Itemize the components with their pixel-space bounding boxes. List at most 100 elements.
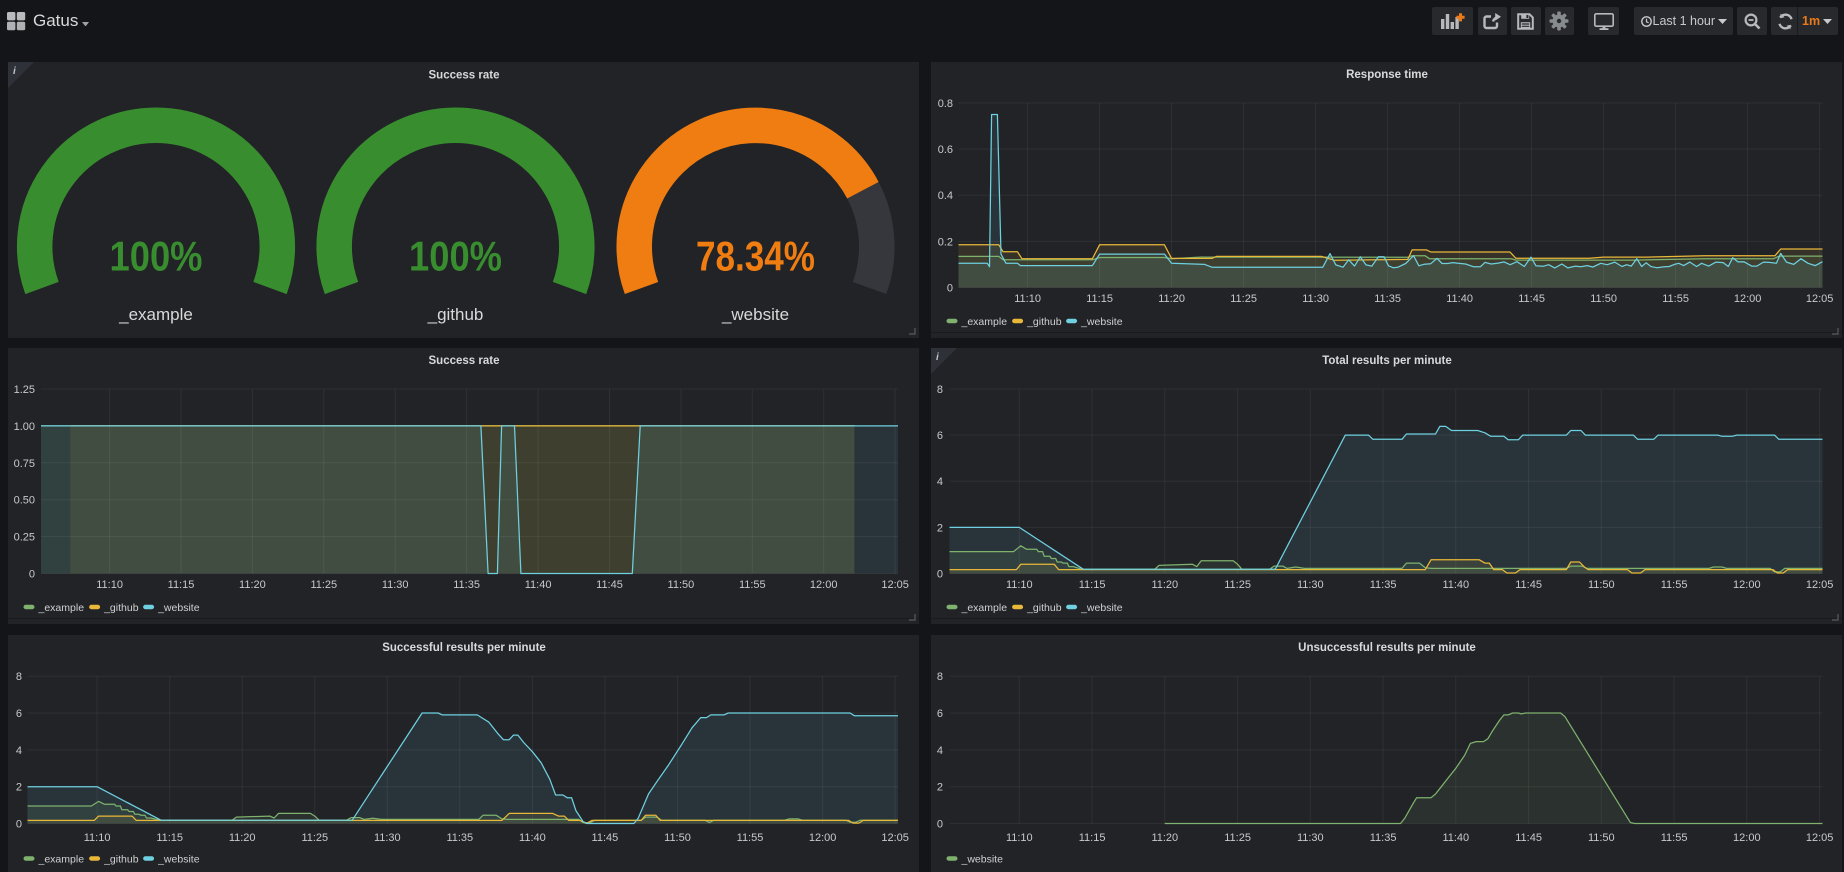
svg-text:11:20: 11:20: [229, 832, 256, 844]
svg-text:Response time: Response time: [1346, 69, 1428, 81]
svg-text:11:55: 11:55: [737, 832, 764, 844]
svg-text:11:45: 11:45: [596, 579, 623, 591]
svg-text:11:10: 11:10: [84, 832, 111, 844]
svg-text:6: 6: [16, 708, 22, 720]
svg-text:_website: _website: [157, 602, 200, 614]
svg-text:_website: _website: [1080, 602, 1123, 614]
svg-text:4: 4: [936, 476, 942, 488]
svg-text:11:40: 11:40: [1446, 293, 1473, 305]
svg-text:12:00: 12:00: [1733, 293, 1761, 305]
svg-text:12:00: 12:00: [1733, 579, 1761, 591]
svg-text:_github: _github: [427, 305, 484, 324]
svg-text:_github: _github: [1026, 602, 1062, 614]
svg-text:12:00: 12:00: [810, 579, 838, 591]
svg-text:_website: _website: [721, 305, 789, 324]
svg-text:11:25: 11:25: [310, 579, 337, 591]
svg-text:11:35: 11:35: [1369, 579, 1396, 591]
svg-text:0.50: 0.50: [14, 494, 35, 506]
svg-text:1.25: 1.25: [14, 384, 35, 396]
svg-text:8: 8: [16, 671, 22, 683]
svg-text:11:25: 11:25: [1230, 293, 1257, 305]
svg-text:12:00: 12:00: [809, 832, 837, 844]
svg-text:11:25: 11:25: [1224, 832, 1251, 844]
svg-text:11:20: 11:20: [239, 579, 266, 591]
svg-text:11:20: 11:20: [1151, 579, 1178, 591]
svg-text:_website: _website: [157, 853, 200, 865]
svg-text:11:55: 11:55: [1660, 832, 1687, 844]
svg-text:Successful results per minute: Successful results per minute: [382, 642, 546, 654]
svg-text:Unsuccessful results per minut: Unsuccessful results per minute: [1298, 642, 1476, 654]
svg-text:100%: 100%: [409, 232, 502, 279]
svg-text:12:05: 12:05: [1805, 293, 1833, 305]
svg-text:0: 0: [16, 818, 22, 830]
svg-text:11:50: 11:50: [1587, 579, 1614, 591]
svg-text:i: i: [13, 66, 16, 77]
svg-text:11:30: 11:30: [1302, 293, 1329, 305]
svg-text:_example: _example: [960, 316, 1007, 328]
svg-text:11:15: 11:15: [168, 579, 195, 591]
svg-text:11:15: 11:15: [156, 832, 183, 844]
svg-text:11:45: 11:45: [1515, 579, 1542, 591]
svg-text:0: 0: [936, 568, 942, 580]
svg-text:0: 0: [936, 818, 942, 830]
svg-text:11:35: 11:35: [446, 832, 473, 844]
svg-text:_website: _website: [1080, 316, 1123, 328]
svg-text:_website: _website: [960, 853, 1003, 865]
svg-text:12:00: 12:00: [1733, 832, 1761, 844]
svg-text:11:40: 11:40: [1442, 579, 1469, 591]
svg-text:Total results per minute: Total results per minute: [1322, 355, 1452, 367]
svg-text:i: i: [936, 352, 939, 363]
svg-text:2: 2: [936, 781, 942, 793]
svg-text:12:05: 12:05: [1805, 579, 1833, 591]
svg-text:Success rate: Success rate: [429, 69, 500, 81]
svg-text:11:25: 11:25: [301, 832, 328, 844]
svg-text:1.00: 1.00: [14, 420, 35, 432]
svg-text:12:05: 12:05: [1805, 832, 1833, 844]
svg-text:12:05: 12:05: [881, 832, 909, 844]
svg-text:2: 2: [16, 781, 22, 793]
svg-text:11:15: 11:15: [1078, 832, 1105, 844]
svg-text:8: 8: [936, 384, 942, 396]
svg-text:11:10: 11:10: [1014, 293, 1041, 305]
svg-text:_example: _example: [118, 305, 193, 324]
svg-text:11:10: 11:10: [1005, 832, 1032, 844]
svg-text:0.8: 0.8: [937, 98, 952, 110]
svg-text:11:45: 11:45: [1515, 832, 1542, 844]
svg-text:4: 4: [936, 744, 942, 756]
svg-text:11:55: 11:55: [739, 579, 766, 591]
svg-text:_github: _github: [1026, 316, 1062, 328]
svg-text:11:10: 11:10: [1005, 579, 1032, 591]
svg-text:11:55: 11:55: [1662, 293, 1689, 305]
svg-text:100%: 100%: [110, 232, 203, 279]
svg-text:78.34%: 78.34%: [696, 232, 815, 279]
svg-text:11:30: 11:30: [374, 832, 401, 844]
svg-text:11:40: 11:40: [519, 832, 546, 844]
svg-text:2: 2: [936, 522, 942, 534]
svg-text:11:15: 11:15: [1078, 579, 1105, 591]
svg-text:_github: _github: [103, 602, 139, 614]
svg-text:11:35: 11:35: [1374, 293, 1401, 305]
svg-text:0: 0: [29, 568, 35, 580]
svg-text:4: 4: [16, 744, 22, 756]
svg-text:11:35: 11:35: [1369, 832, 1396, 844]
svg-text:11:40: 11:40: [1442, 832, 1469, 844]
svg-text:6: 6: [936, 430, 942, 442]
svg-text:0: 0: [946, 282, 952, 294]
svg-text:11:30: 11:30: [1296, 579, 1323, 591]
svg-text:11:55: 11:55: [1660, 579, 1687, 591]
svg-text:11:50: 11:50: [1587, 832, 1614, 844]
svg-text:_example: _example: [38, 602, 85, 614]
svg-text:_example: _example: [960, 602, 1007, 614]
svg-text:11:50: 11:50: [668, 579, 695, 591]
svg-text:_github: _github: [103, 853, 139, 865]
svg-text:11:20: 11:20: [1151, 832, 1178, 844]
svg-text:8: 8: [936, 671, 942, 683]
svg-text:0.4: 0.4: [937, 190, 952, 202]
svg-text:12:05: 12:05: [881, 579, 909, 591]
svg-text:0.25: 0.25: [14, 531, 35, 543]
svg-text:Success rate: Success rate: [429, 355, 500, 367]
svg-text:0.2: 0.2: [937, 236, 952, 248]
svg-text:11:45: 11:45: [1518, 293, 1545, 305]
svg-text:0.6: 0.6: [937, 144, 952, 156]
svg-text:11:50: 11:50: [1590, 293, 1617, 305]
